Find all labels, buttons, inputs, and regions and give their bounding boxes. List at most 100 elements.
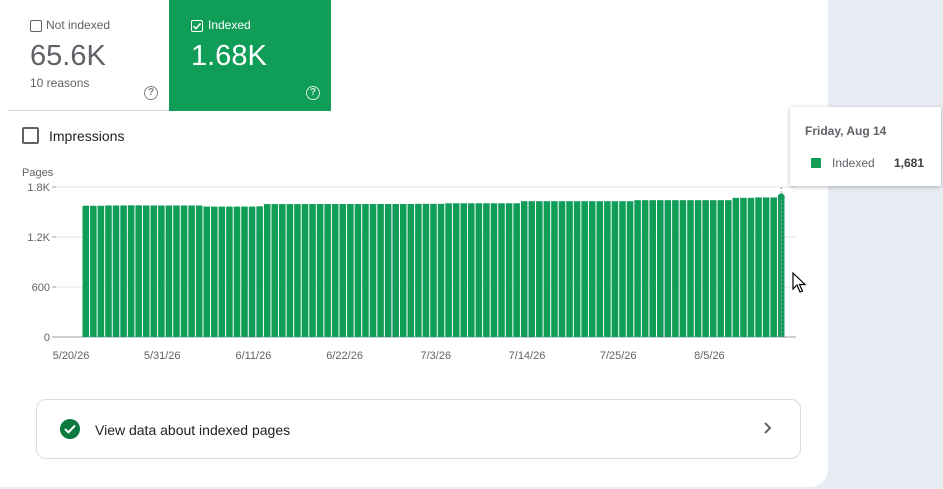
bar [309,204,316,337]
bar [452,203,460,337]
bar [82,205,90,337]
bar [558,201,566,337]
bar [271,204,279,337]
bar [165,205,173,337]
bar [301,204,309,337]
mouse-pointer-icon [792,272,807,293]
checkmark-icon [192,22,202,30]
bar [656,200,664,337]
tooltip-date: Friday, Aug 14 [805,124,887,138]
not-indexed-value: 65.6K [30,40,106,72]
bar [218,206,226,337]
bar [634,200,641,337]
impressions-checkbox[interactable] [22,127,39,144]
not-indexed-title: Not indexed [46,18,111,32]
bar [520,201,528,337]
x-tick-label: 7/25/26 [600,350,637,362]
bar [709,200,717,337]
bar [505,203,513,337]
bar [536,201,543,337]
bar [664,200,672,337]
bar [415,203,422,337]
bar [90,205,97,337]
bar [127,205,135,337]
bar [732,197,740,337]
bar [437,203,445,337]
bar [679,200,687,337]
bar [498,203,505,337]
bar [279,204,286,337]
bar [188,205,195,337]
bar [490,203,498,337]
bar [770,197,777,337]
bar [211,206,218,337]
bar [694,200,702,337]
bar [158,205,165,337]
bar [286,204,294,337]
bar [430,203,437,337]
bar [112,205,120,337]
tooltip-swatch [811,158,821,168]
bar [120,205,127,337]
help-icon[interactable]: ? [144,86,158,100]
indexed-checkbox[interactable] [191,20,203,32]
bar [528,201,536,337]
y-axis-label: Pages [22,167,54,179]
bar [725,200,732,337]
not-indexed-reasons: 10 reasons [30,76,90,90]
y-tick-label: 1.8K [27,182,50,194]
bar [619,201,626,337]
bar [354,204,362,337]
bar [256,206,263,337]
bar [226,206,233,337]
bar [468,203,475,337]
bar [641,200,649,337]
bar [672,200,679,337]
bar [747,197,755,337]
bar [626,201,634,337]
bar [596,201,604,337]
bar [339,204,347,337]
bar [392,204,399,337]
impressions-toggle[interactable]: Impressions [22,127,124,144]
bar [687,200,694,337]
bar [294,204,301,337]
bar [362,204,369,337]
indexed-tile[interactable]: Indexed 1.68K ? [169,0,331,111]
indexed-value: 1.68K [191,40,267,72]
bar [422,203,430,337]
bar [460,203,468,337]
x-tick-label: 5/20/26 [53,350,90,362]
bar [755,197,762,337]
bar [316,204,324,337]
bar [445,203,452,337]
not-indexed-checkbox[interactable] [30,20,42,32]
bar [377,204,384,337]
bar [475,203,483,337]
tooltip-series-name: Indexed [832,156,875,170]
bar [543,201,551,337]
x-tick-label: 7/14/26 [509,350,546,362]
bar [142,205,150,337]
bar [649,200,656,337]
bar [195,205,203,337]
bar [483,203,490,337]
bar [551,201,558,337]
bar [513,203,520,337]
index-coverage-card: Not indexed 65.6K 10 reasons ? Indexed 1… [0,0,828,487]
x-tick-label: 6/22/26 [326,350,363,362]
bar [241,206,248,337]
x-tick-label: 5/31/26 [144,350,181,362]
view-data-button[interactable]: View data about indexed pages [36,399,801,459]
bar [762,197,770,337]
check-circle-icon [60,419,80,439]
not-indexed-tile[interactable]: Not indexed 65.6K 10 reasons ? [8,0,169,111]
bar [248,206,256,337]
help-icon[interactable]: ? [306,86,320,100]
bar [324,204,331,337]
chevron-right-icon [761,420,773,441]
x-tick-label: 8/5/26 [694,350,725,362]
bar [581,201,588,337]
bar [173,205,180,337]
bar [97,205,105,337]
